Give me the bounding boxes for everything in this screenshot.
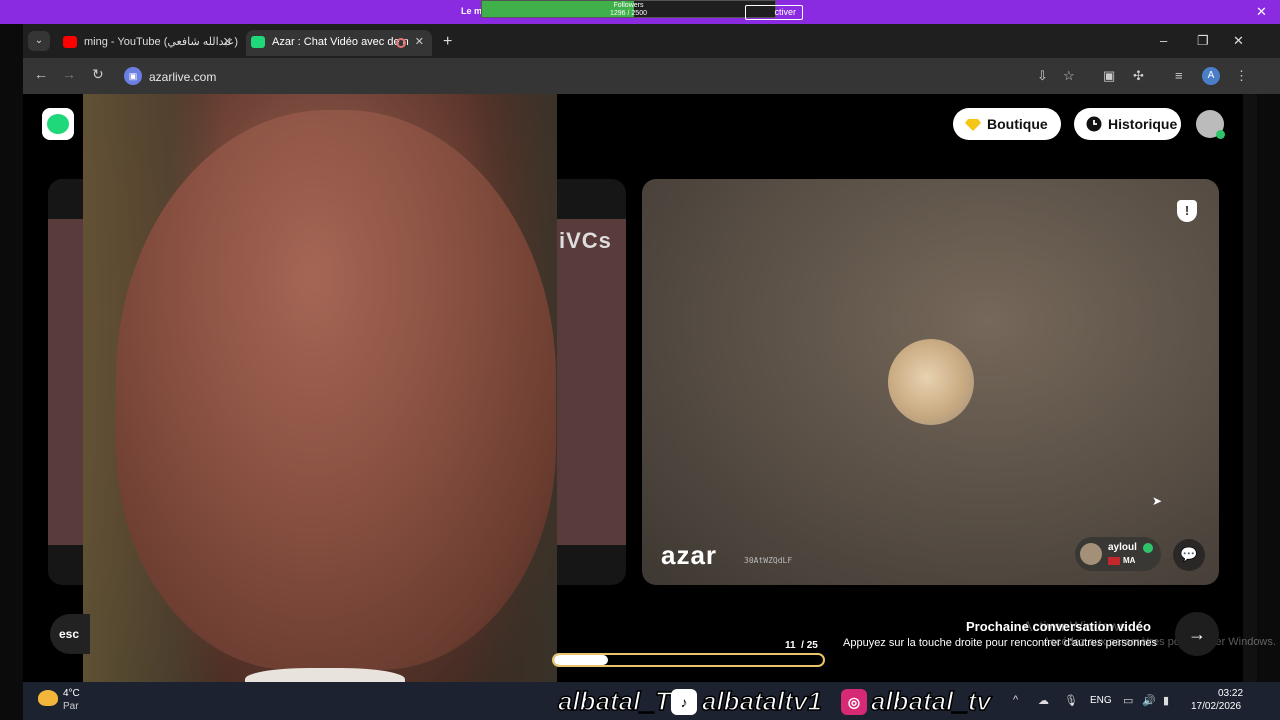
online-badge (1216, 130, 1225, 139)
gem-icon (965, 119, 981, 131)
clock-date[interactable]: 17/02/2026 (1191, 701, 1241, 712)
site-info-icon[interactable]: ▣ (124, 67, 142, 85)
tab-youtube[interactable]: ming - YouTube (عبدالله شافعي) ✕ (58, 30, 240, 56)
tab-label: ming - YouTube (عبدالله شافعي) (84, 36, 239, 48)
partner-country: MA (1123, 556, 1136, 565)
followers-count: 1296 / 2500 (610, 10, 647, 17)
esc-button[interactable]: esc (50, 614, 90, 654)
next-conversation-title: Prochaine conversation vidéo (966, 619, 1151, 634)
chat-button[interactable]: 💬 (1173, 539, 1205, 571)
followers-progress: Followers 1296 / 2500 (481, 0, 776, 18)
install-app-icon[interactable]: ⇩ (1037, 68, 1048, 84)
banner-text: Le m (461, 6, 483, 16)
followers-label: Followers 1296 / 2500 (482, 2, 775, 18)
extensions-puzzle-icon[interactable]: ✣ (1133, 68, 1144, 84)
microphone-icon[interactable]: 🎙 (1064, 694, 1078, 707)
partner-avatar (888, 339, 974, 425)
counter-current: 11 (785, 640, 796, 651)
back-icon[interactable]: ← (34, 66, 48, 82)
tab-search-button[interactable]: ⌄ (28, 31, 50, 51)
partner-chip-avatar (1080, 543, 1102, 565)
maximize-icon[interactable]: ❐ (1197, 33, 1209, 49)
display-icon[interactable]: ▭ (1123, 694, 1133, 707)
weather-icon[interactable] (38, 690, 58, 706)
url-text[interactable]: azarlive.com (149, 70, 216, 84)
azar-icon (251, 36, 265, 48)
counter-total: / 25 (801, 640, 818, 651)
match-progress-fill (554, 655, 608, 665)
instagram-icon: ◎ (841, 689, 867, 715)
onedrive-icon[interactable]: ☁ (1038, 694, 1049, 707)
boutique-label: Boutique (987, 116, 1048, 132)
tab-label: Azar : Chat Vidéo avec de n (272, 36, 409, 48)
tray-expand-icon[interactable]: ^ (1013, 694, 1018, 706)
match-progress-bar (552, 653, 825, 667)
country-flag-icon (1108, 557, 1120, 565)
bookmark-star-icon[interactable]: ☆ (1063, 68, 1075, 84)
next-conversation-subtitle: Appuyez sur la touche droite pour rencon… (843, 637, 1157, 649)
local-video-text: iVCs (559, 228, 612, 253)
historique-label: Historique (1108, 116, 1178, 132)
instagram-handle: albatal_tv (870, 685, 991, 717)
profile-avatar[interactable]: A (1202, 67, 1220, 85)
session-code: 30AtWZQdLF (744, 556, 793, 565)
banner-activate-button[interactable]: ctiver (745, 5, 803, 20)
youtube-handle: albatal_TV (557, 685, 689, 717)
next-arrow-button[interactable]: → (1175, 612, 1219, 656)
verified-badge-icon (1143, 543, 1153, 553)
weather-description: Par (63, 701, 79, 712)
clock-icon (1086, 116, 1102, 132)
recording-icon (396, 38, 406, 48)
menu-icon[interactable]: ⋮ (1235, 68, 1248, 84)
tab-close-icon[interactable]: ✕ (415, 30, 424, 54)
extension-icon[interactable]: ▣ (1103, 68, 1115, 84)
scrollbar[interactable] (1243, 94, 1257, 682)
tab-close-icon[interactable]: ✕ (223, 30, 232, 54)
window-close-icon[interactable]: ✕ (1233, 33, 1244, 49)
webcam-face (116, 110, 556, 670)
forward-icon[interactable]: → (62, 66, 76, 82)
battery-icon[interactable]: ▮ (1163, 694, 1169, 707)
azar-wordmark: azar (661, 540, 718, 570)
mouse-cursor-icon: ➤ (1152, 494, 1163, 508)
partner-name: ayloul (1108, 542, 1137, 553)
report-shield-icon[interactable]: ! (1177, 200, 1197, 222)
close-icon[interactable]: ✕ (1256, 4, 1267, 20)
match-counter: 11 / 25 (785, 640, 818, 651)
volume-icon[interactable]: 🔊 (1142, 694, 1156, 707)
followers-title: Followers (613, 2, 644, 9)
azar-logo-icon (47, 114, 69, 134)
media-control-icon[interactable]: ≡ (1175, 68, 1183, 83)
tiktok-icon: ♪ (671, 689, 697, 715)
address-bar[interactable] (120, 63, 1025, 89)
weather-temperature: 4°C (63, 688, 80, 699)
tiktok-handle: albataltv1 (701, 685, 822, 717)
boutique-button[interactable]: Boutique (953, 108, 1061, 140)
clock-time[interactable]: 03:22 (1218, 688, 1243, 699)
reload-icon[interactable]: ↻ (92, 66, 104, 83)
language-indicator[interactable]: ENG (1090, 695, 1112, 706)
historique-button[interactable]: Historique (1074, 108, 1181, 140)
minimize-icon[interactable]: – (1160, 33, 1167, 48)
youtube-icon (63, 36, 77, 48)
tab-azar[interactable]: Azar : Chat Vidéo avec de n ✕ (246, 30, 432, 56)
new-tab-button[interactable]: + (443, 33, 452, 51)
